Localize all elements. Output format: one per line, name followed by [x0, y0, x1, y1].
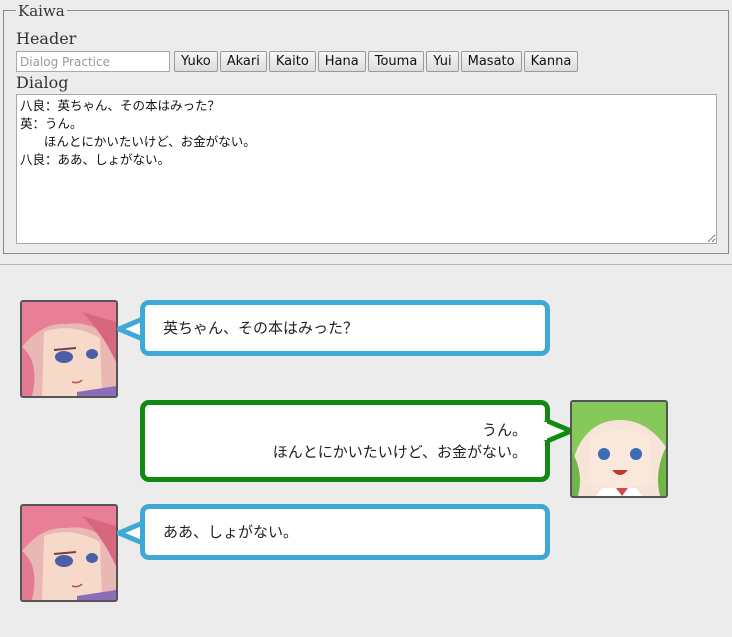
bubble-text: ほんとにかいたいけど、お金がない。	[272, 443, 527, 461]
speech-bubble: ああ、しょがない。	[140, 504, 550, 560]
character-button-yuko[interactable]: Yuko	[174, 51, 218, 72]
fieldset-legend: Kaiwa	[16, 2, 67, 20]
character-button-touma[interactable]: Touma	[367, 51, 425, 72]
green-hair-avatar	[570, 400, 668, 498]
header-label: Header	[16, 29, 77, 48]
header-input[interactable]	[16, 51, 170, 72]
conversation-row: うん。 ほんとにかいたいけど、お金がない。	[0, 400, 732, 500]
speech-bubble: 英ちゃん、その本はみった？	[140, 300, 550, 356]
pink-hair-avatar	[20, 504, 118, 602]
speech-bubble: うん。 ほんとにかいたいけど、お金がない。	[140, 400, 550, 482]
conversation-row: 英ちゃん、その本はみった？	[0, 300, 732, 400]
character-button-masato[interactable]: Masato	[460, 51, 522, 72]
character-button-akari[interactable]: Akari	[219, 51, 267, 72]
character-button-hana[interactable]: Hana	[317, 51, 366, 72]
section-divider	[0, 264, 732, 265]
dialog-label: Dialog	[16, 73, 69, 92]
bubble-text: ああ、しょがない。	[163, 523, 299, 541]
character-button-yui[interactable]: Yui	[426, 51, 459, 72]
pink-hair-avatar	[20, 300, 118, 398]
bubble-text: 英ちゃん、その本はみった？	[163, 319, 359, 337]
character-button-kanna[interactable]: Kanna	[523, 51, 579, 72]
bubble-text: うん。	[481, 421, 527, 439]
character-buttons: Yuko Akari Kaito Hana Touma Yui Masato K…	[174, 51, 580, 72]
character-button-kaito[interactable]: Kaito	[268, 51, 316, 72]
conversation-row: ああ、しょがない。	[0, 504, 732, 604]
dialog-textarea[interactable]: 八良：英ちゃん、その本はみった？ 英：うん。 ほんとにかいたいけど、お金がない。…	[16, 94, 717, 244]
